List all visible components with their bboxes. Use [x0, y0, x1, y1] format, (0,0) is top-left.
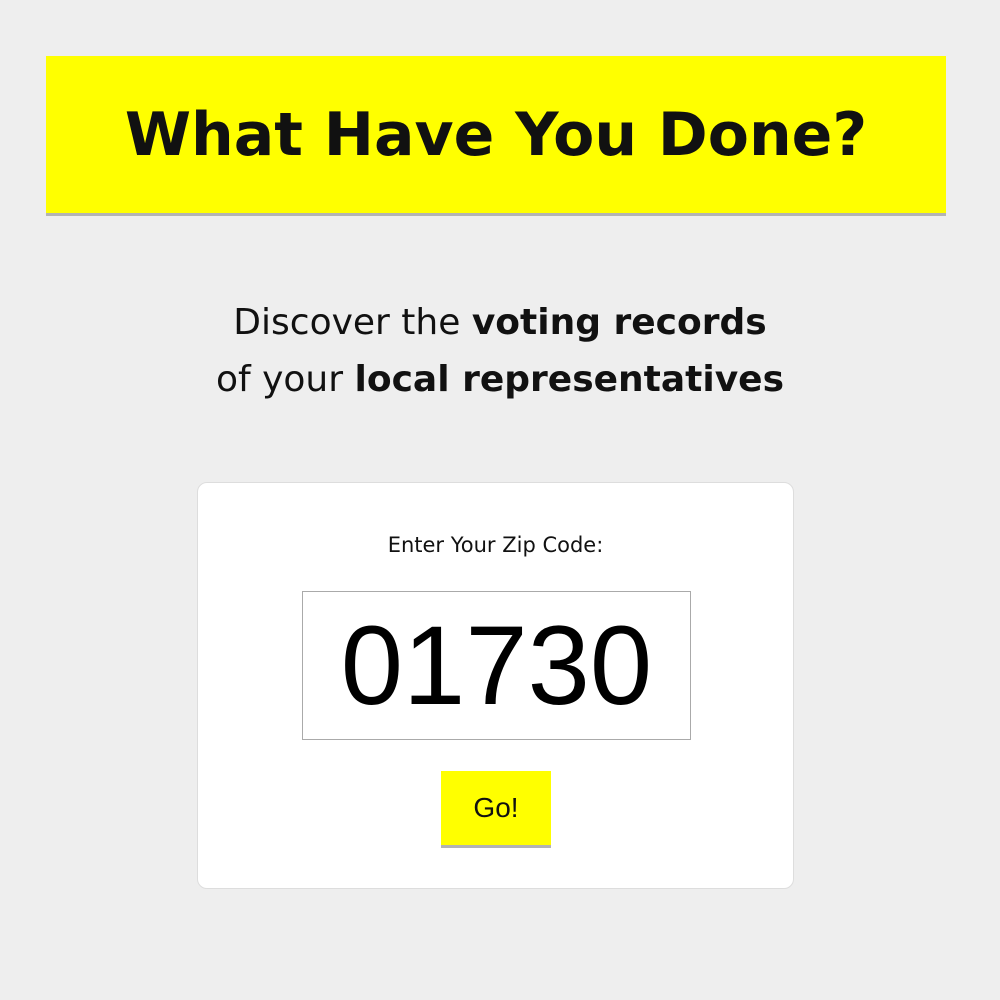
tagline-line-2-emphasis: local representatives — [354, 359, 785, 400]
go-button[interactable]: Go! — [441, 771, 551, 848]
tagline-line-1: Discover the voting records — [0, 294, 1000, 351]
tagline-line-2: of your local representatives — [0, 351, 1000, 408]
page-title: What Have You Done? — [124, 99, 868, 170]
tagline-line-2-text: of your — [215, 359, 355, 400]
zip-code-label: Enter Your Zip Code: — [387, 533, 604, 557]
tagline: Discover the voting records of your loca… — [0, 294, 1000, 408]
zip-form-card: Enter Your Zip Code: Go! — [197, 482, 794, 889]
header-banner: What Have You Done? — [46, 56, 946, 216]
tagline-line-1-text: Discover the — [233, 302, 472, 343]
zip-code-input[interactable] — [302, 591, 691, 740]
tagline-line-1-emphasis: voting records — [471, 302, 767, 343]
